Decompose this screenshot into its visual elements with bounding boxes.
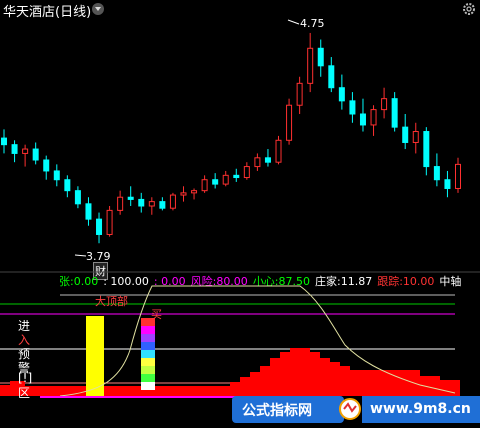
watermark: 公式指标网 www.9m8.cn — [0, 395, 480, 428]
zone-label-4: [!] — [18, 371, 33, 385]
yellow-signal-bar — [86, 316, 104, 396]
signal-segment — [141, 366, 155, 374]
signal-segment — [141, 382, 155, 390]
risk-area — [0, 348, 460, 396]
signal-segment — [141, 326, 155, 334]
indicator-chart[interactable] — [0, 0, 480, 428]
signal-segment — [141, 334, 155, 342]
top-warning-label: 大顶部 — [95, 295, 128, 308]
buy-signal-label: 买 — [151, 308, 162, 321]
watermark-url[interactable]: www.9m8.cn — [370, 401, 471, 417]
watermark-title: 公式指标网 — [242, 403, 312, 419]
signal-segment — [141, 342, 155, 350]
signal-segment — [141, 350, 155, 358]
signal-segment — [141, 374, 155, 382]
signal-segment — [141, 358, 155, 366]
